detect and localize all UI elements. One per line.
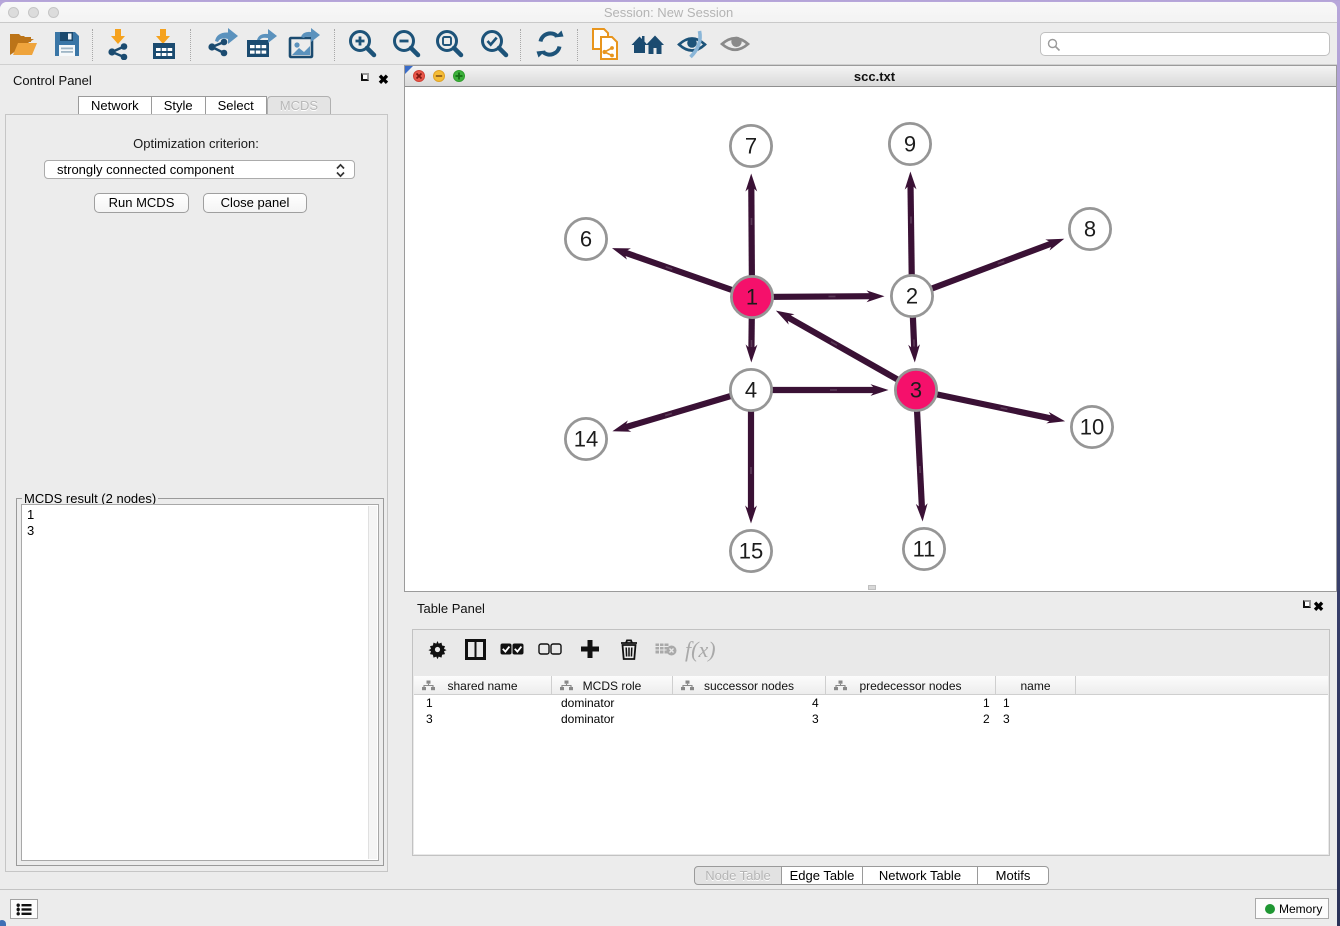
svg-text:3: 3 [910,378,922,403]
svg-text:7: 7 [745,134,757,159]
svg-text:1: 1 [746,285,758,310]
svg-text:14: 14 [574,427,598,452]
svg-text:4: 4 [745,378,757,403]
svg-text:8: 8 [1084,217,1096,242]
svg-text:10: 10 [1080,415,1104,440]
svg-text:11: 11 [913,537,936,562]
svg-text:15: 15 [739,539,763,564]
svg-text:2: 2 [906,284,918,309]
svg-text:9: 9 [904,132,916,157]
svg-text:6: 6 [580,227,592,252]
